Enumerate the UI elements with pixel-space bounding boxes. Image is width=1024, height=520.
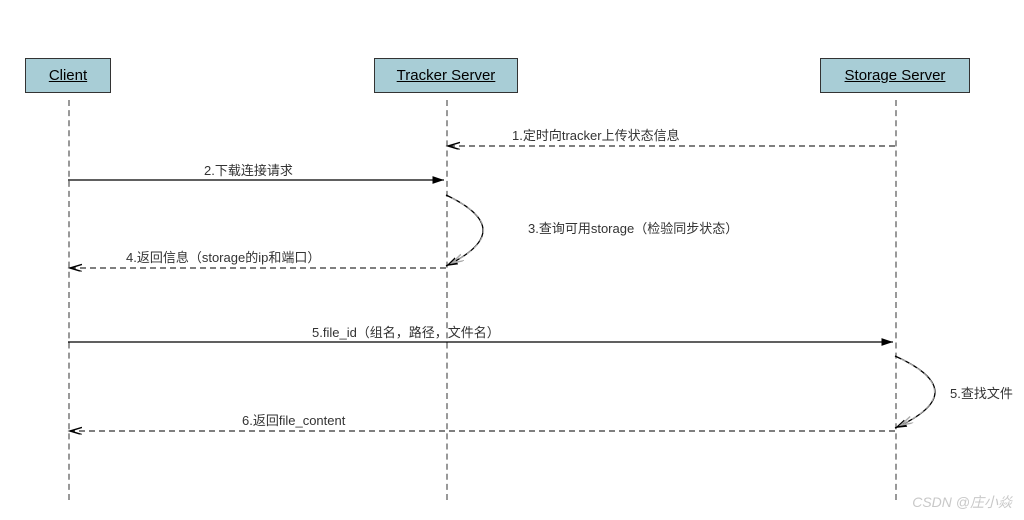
msg-1-label: 1.定时向tracker上传状态信息 (512, 125, 680, 144)
participant-storage: Storage Server (820, 58, 970, 93)
msg-2-label: 2.下载连接请求 (204, 160, 293, 179)
participant-tracker: Tracker Server (374, 58, 518, 93)
lifeline-storage (895, 100, 897, 500)
participant-label: Client (49, 67, 87, 84)
msg-4-label: 4.返回信息（storage的ip和端口） (126, 247, 320, 266)
lifeline-client (68, 100, 70, 500)
participant-label: Storage Server (845, 67, 946, 84)
participant-label: Tracker Server (397, 67, 496, 84)
msg-5-label: 5.file_id（组名，路径，文件名） (312, 322, 500, 341)
participant-client: Client (25, 58, 111, 93)
sequence-diagram: Client Tracker Server Storage Server (0, 0, 1024, 520)
watermark-text: CSDN @庄小焱 (912, 492, 1012, 512)
lifeline-tracker (446, 100, 448, 500)
msg-5b-label: 5.查找文件 (950, 383, 1013, 402)
msg-6-label: 6.返回file_content (242, 410, 345, 429)
msg-3-label: 3.查询可用storage（检验同步状态） (528, 218, 738, 237)
